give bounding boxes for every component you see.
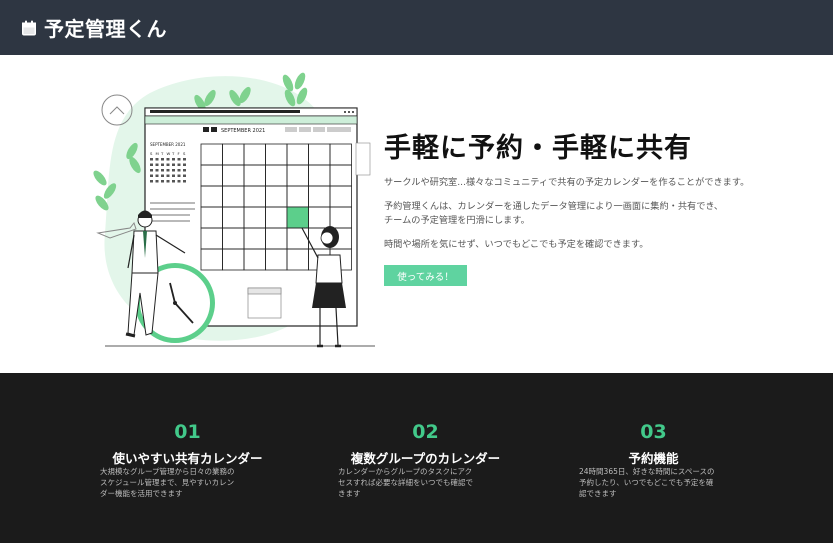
mini-day-mark <box>155 163 159 166</box>
hero-title: 手軽に予約・手軽に共有 <box>384 133 692 164</box>
mini-day-mark <box>183 169 186 172</box>
mini-day-mark <box>161 174 164 177</box>
mini-day-mark <box>150 174 153 177</box>
calendar-month-label: SEPTEMBER 2021 <box>221 128 265 134</box>
mini-day-mark <box>177 169 181 172</box>
features-section: 01 使いやすい共有カレンダー 大規模なグループ管理から日々の業務の スケジュー… <box>0 373 833 543</box>
mini-day-mark <box>172 169 175 172</box>
feature-title: 複数グループのカレンダー <box>350 451 501 466</box>
mini-day-mark <box>161 163 164 166</box>
mini-day-mark <box>166 174 170 177</box>
hero-description-2-line2: チームの予定管理を円滑にします。 <box>384 215 530 226</box>
mini-day-mark <box>172 163 175 166</box>
mini-day-mark <box>177 158 181 161</box>
mini-day-mark <box>161 180 164 183</box>
calendar-illustration: SEPTEMBER 2021 SEPTEMBER 2021 SMTWTFS <box>93 72 375 348</box>
feature-title: 予約機能 <box>628 451 679 466</box>
mini-day-mark <box>177 180 181 183</box>
mini-day-mark <box>177 174 181 177</box>
hero-section: SEPTEMBER 2021 SEPTEMBER 2021 SMTWTFS 手軽… <box>0 55 833 373</box>
feature-description-line: 大規模なグループ管理から日々の業務の <box>100 467 235 476</box>
mini-day-mark <box>155 169 159 172</box>
feature-number: 01 <box>174 421 201 443</box>
feature-number: 03 <box>640 421 667 443</box>
mini-day-mark <box>183 163 186 166</box>
mini-day-mark <box>166 180 170 183</box>
mini-day-mark <box>183 174 186 177</box>
brand-name: 予定管理くん <box>44 17 167 41</box>
hero-description-3: 時間や場所を気にせず、いつでもどこでも予定を確認できます。 <box>384 239 649 250</box>
mini-day-mark <box>172 174 175 177</box>
mini-day-mark <box>150 163 153 166</box>
feature-description: 大規模なグループ管理から日々の業務の スケジュール管理まで、見やすいカレン ダー… <box>100 466 275 499</box>
mini-weekday-label: F <box>178 151 180 156</box>
mini-day-mark <box>150 180 153 183</box>
mini-day-mark <box>155 174 159 177</box>
mini-day-mark <box>155 180 159 183</box>
mini-day-mark <box>166 163 170 166</box>
hero-description-2: 予約管理くんは、カレンダーを通したデータ管理により一画面に集約・共有でき、 チー… <box>384 200 764 228</box>
feature-description-line: 24時間365日、好きな時間にスペースの <box>579 467 715 476</box>
mini-day-mark <box>183 158 186 161</box>
feature-description-line: 予約したり、いつでもどこでも予定を確 <box>579 478 714 487</box>
calendar-day-cell <box>286 206 309 229</box>
mini-day-mark <box>166 158 170 161</box>
feature-description-line: スケジュール管理まで、見やすいカレン <box>100 478 235 487</box>
mini-day-mark <box>161 169 164 172</box>
hero-description-1: サークルや研究室...様々なコミュニティで共有の予定カレンダーを作ることができま… <box>384 177 750 188</box>
mini-day-mark <box>177 163 181 166</box>
mini-day-mark <box>172 158 175 161</box>
feature-description-line: カレンダーからグループのタスクにアク <box>338 467 473 476</box>
mini-weekday-label: W <box>167 151 171 156</box>
mini-day-mark <box>183 180 186 183</box>
mini-weekday-label: M <box>156 151 159 156</box>
try-it-button[interactable]: 使ってみる！ <box>384 265 467 286</box>
feature-description-line: セスすれば必要な詳細をいつでも確認で <box>338 478 473 487</box>
feature-description-line: ダー機能を活用できます <box>100 489 183 498</box>
mini-day-mark <box>161 158 164 161</box>
mini-day-mark <box>172 180 175 183</box>
navbar: 予定管理くん <box>0 0 833 55</box>
mini-day-mark <box>166 169 170 172</box>
feature-number: 02 <box>412 421 439 443</box>
feature-description-line: 認できます <box>579 489 617 498</box>
mini-day-mark <box>155 158 159 161</box>
feature-description: カレンダーからグループのタスクにアク セスすれば必要な詳細をいつでも確認で きま… <box>338 466 513 499</box>
feature-description-line: きます <box>338 489 361 498</box>
feature-description: 24時間365日、好きな時間にスペースの 予約したり、いつでもどこでも予定を確 … <box>566 466 754 499</box>
brand-link[interactable]: 予定管理くん <box>20 13 167 42</box>
mini-day-mark <box>150 169 153 172</box>
mini-calendar-label: SEPTEMBER 2021 <box>150 142 186 147</box>
hero-description-2-line1: 予約管理くんは、カレンダーを通したデータ管理により一画面に集約・共有でき、 <box>384 201 724 212</box>
feature-title: 使いやすい共有カレンダー <box>112 451 263 466</box>
mini-day-mark <box>150 158 153 161</box>
calendar-icon <box>22 20 36 35</box>
